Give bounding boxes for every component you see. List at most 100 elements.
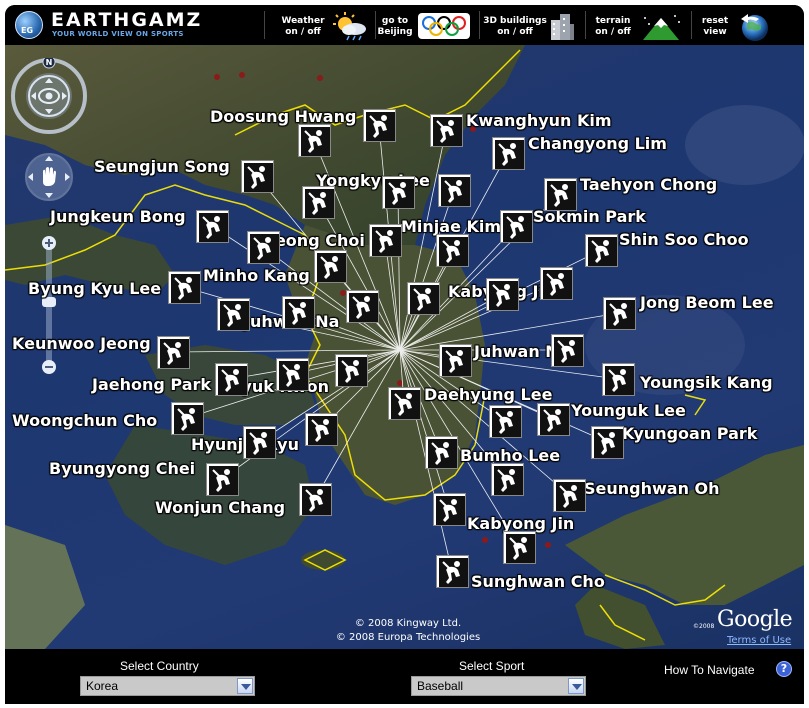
- logo-globe-icon: EG: [15, 11, 43, 39]
- weather-toggle-button[interactable]: Weather on / off: [277, 10, 373, 42]
- player-label[interactable]: Jong Beom Lee: [640, 293, 774, 312]
- baseball-pictogram-icon[interactable]: [537, 403, 570, 436]
- baseball-pictogram-icon[interactable]: [433, 493, 466, 526]
- baseball-pictogram-icon[interactable]: [369, 224, 402, 257]
- baseball-pictogram-icon[interactable]: [346, 290, 379, 323]
- baseball-pictogram-icon[interactable]: [544, 178, 577, 211]
- chevron-down-icon[interactable]: [568, 678, 584, 694]
- baseball-pictogram-icon[interactable]: [382, 176, 415, 209]
- baseball-pictogram-icon[interactable]: [196, 210, 229, 243]
- baseball-pictogram-icon[interactable]: [602, 363, 635, 396]
- baseball-pictogram-icon[interactable]: [585, 234, 618, 267]
- baseball-pictogram-icon[interactable]: [540, 267, 573, 300]
- how-to-navigate-link[interactable]: How To Navigate: [664, 663, 755, 677]
- baseball-pictogram-icon[interactable]: [335, 354, 368, 387]
- baseball-pictogram-icon[interactable]: [438, 174, 471, 207]
- baseball-pictogram-icon[interactable]: [363, 109, 396, 142]
- baseball-pictogram-icon[interactable]: [603, 297, 636, 330]
- player-label[interactable]: Daehyung Lee: [424, 385, 552, 404]
- player-label[interactable]: Jaehong Park: [92, 375, 211, 394]
- player-label[interactable]: Shin Soo Choo: [619, 230, 749, 249]
- baseball-pictogram-icon[interactable]: [436, 555, 469, 588]
- buildings-label: 3D buildings on / off: [483, 16, 547, 38]
- top-toolbar: EG EARTHGAMZ YOUR WORLD VIEW ON SPORTS W…: [5, 5, 804, 45]
- sport-select[interactable]: Baseball: [411, 676, 586, 696]
- weather-label: Weather on / off: [277, 16, 329, 38]
- player-label[interactable]: Taehyon Chong: [580, 175, 717, 194]
- player-label[interactable]: Youngsik Kang: [640, 373, 773, 392]
- chevron-down-icon[interactable]: [237, 678, 253, 694]
- baseball-pictogram-icon[interactable]: [247, 231, 280, 264]
- baseball-pictogram-icon[interactable]: [171, 402, 204, 435]
- player-label[interactable]: Woongchun Cho: [12, 411, 157, 430]
- baseball-pictogram-icon[interactable]: [241, 160, 274, 193]
- baseball-pictogram-icon[interactable]: [500, 210, 533, 243]
- player-label[interactable]: Seunghwan Oh: [584, 479, 720, 498]
- baseball-pictogram-icon[interactable]: [491, 463, 524, 496]
- buildings-label-line1: 3D buildings: [483, 16, 547, 26]
- player-label[interactable]: Kwanghyun Kim: [466, 111, 612, 130]
- baseball-pictogram-icon[interactable]: [492, 137, 525, 170]
- country-select[interactable]: Korea: [80, 676, 255, 696]
- go-to-beijing-button[interactable]: go to Beijing: [377, 10, 477, 42]
- baseball-pictogram-icon[interactable]: [314, 250, 347, 283]
- baseball-pictogram-icon[interactable]: [206, 463, 239, 496]
- player-label[interactable]: Sunghwan Cho: [471, 572, 605, 591]
- player-label[interactable]: Younguk Lee: [571, 401, 686, 420]
- baseball-pictogram-icon[interactable]: [553, 479, 586, 512]
- reset-view-button[interactable]: reset view: [695, 10, 795, 42]
- google-year: ©2008: [693, 623, 715, 630]
- baseball-pictogram-icon[interactable]: [217, 298, 250, 331]
- baseball-pictogram-icon[interactable]: [157, 336, 190, 369]
- player-label[interactable]: Kyungoan Park: [622, 424, 757, 443]
- baseball-pictogram-icon[interactable]: [168, 271, 201, 304]
- player-label[interactable]: Wonjun Chang: [155, 498, 285, 517]
- baseball-pictogram-icon[interactable]: [591, 426, 624, 459]
- baseball-pictogram-icon[interactable]: [388, 387, 421, 420]
- help-icon[interactable]: ?: [776, 661, 792, 677]
- bottom-controls: Select Country Korea Select Sport Baseba…: [5, 649, 804, 704]
- pan-control[interactable]: [24, 152, 74, 202]
- baseball-pictogram-icon[interactable]: [298, 124, 331, 157]
- logo-badge-text: EG: [21, 26, 34, 35]
- player-label[interactable]: Seungjun Song: [94, 157, 230, 176]
- player-label[interactable]: Changyong Lim: [528, 134, 667, 153]
- 3d-buildings-toggle-button[interactable]: 3D buildings on / off: [483, 10, 579, 42]
- zoom-slider-handle[interactable]: [42, 297, 56, 307]
- baseball-pictogram-icon[interactable]: [276, 358, 309, 391]
- player-label[interactable]: Minho Kang: [203, 266, 310, 285]
- toolbar-divider: [479, 11, 480, 39]
- player-label[interactable]: Keunwoo Jeong: [12, 334, 151, 353]
- compass-control[interactable]: N: [11, 58, 87, 134]
- baseball-pictogram-icon[interactable]: [302, 186, 335, 219]
- baseball-pictogram-icon[interactable]: [407, 282, 440, 315]
- map-viewport[interactable]: N Doosung Hwang Kwanghyun Kim Changyong …: [5, 45, 804, 649]
- terms-of-use-link[interactable]: Terms of Use: [727, 635, 791, 646]
- beijing-label-line2: Beijing: [377, 27, 413, 37]
- baseball-pictogram-icon[interactable]: [430, 114, 463, 147]
- baseball-pictogram-icon[interactable]: [425, 436, 458, 469]
- baseball-pictogram-icon[interactable]: [282, 296, 315, 329]
- player-label[interactable]: Byungyong Chei: [49, 459, 195, 478]
- baseball-pictogram-icon[interactable]: [439, 344, 472, 377]
- baseball-pictogram-icon[interactable]: [503, 531, 536, 564]
- copyright-line-1: © 2008 Kingway Ltd.: [354, 618, 462, 629]
- baseball-pictogram-icon[interactable]: [215, 363, 248, 396]
- toolbar-divider: [264, 11, 265, 39]
- baseball-pictogram-icon[interactable]: [436, 234, 469, 267]
- baseball-pictogram-icon[interactable]: [305, 413, 338, 446]
- player-label[interactable]: Jungkeun Bong: [50, 207, 186, 226]
- zoom-slider[interactable]: [41, 235, 57, 375]
- baseball-pictogram-icon[interactable]: [551, 334, 584, 367]
- reset-label-line1: reset: [701, 16, 729, 26]
- baseball-pictogram-icon[interactable]: [243, 426, 276, 459]
- player-label[interactable]: Jeong Choi: [269, 231, 365, 250]
- player-label[interactable]: Byung Kyu Lee: [28, 279, 161, 298]
- baseball-pictogram-icon[interactable]: [299, 483, 332, 516]
- google-logo: Google: [717, 607, 793, 632]
- baseball-pictogram-icon[interactable]: [486, 278, 519, 311]
- baseball-pictogram-icon[interactable]: [489, 405, 522, 438]
- terrain-toggle-button[interactable]: terrain on / off: [589, 10, 689, 42]
- reset-label-line2: view: [703, 27, 727, 37]
- player-label[interactable]: Doosung Hwang: [210, 107, 356, 126]
